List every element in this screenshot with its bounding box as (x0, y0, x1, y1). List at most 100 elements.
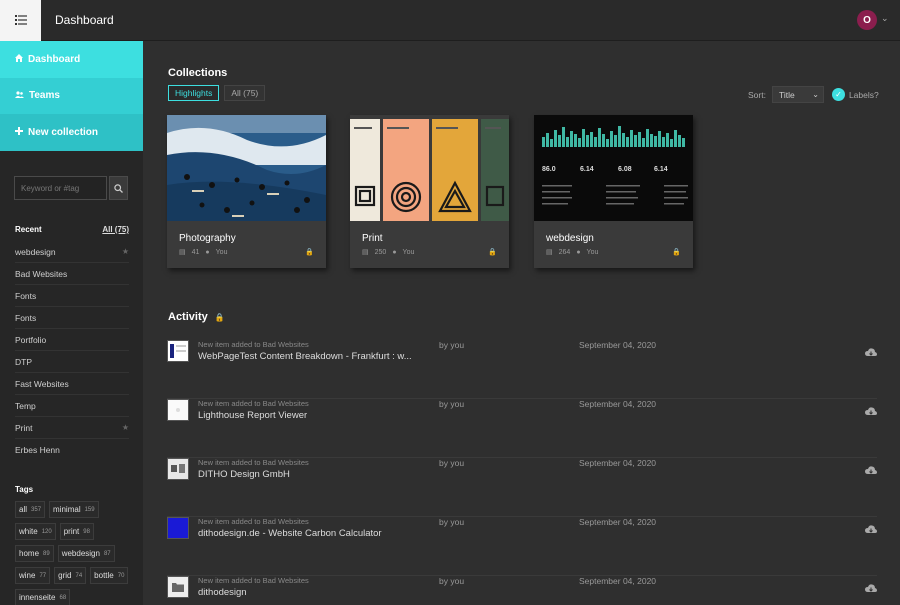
activity-title: Activity 🔒 (168, 311, 225, 323)
activity-context: New item added to Bad Websites (198, 576, 309, 585)
collection-name: Print (362, 233, 383, 244)
collection-meta: ▤ 41 ● You (179, 248, 228, 257)
activity-item-name[interactable]: dithodesign (198, 587, 247, 598)
lock-icon: 🔒 (305, 249, 314, 256)
activity-date: September 04, 2020 (579, 340, 657, 350)
owner-label: You (402, 248, 415, 256)
items-icon: ▤ (362, 249, 369, 256)
recent-item-label: DTP (15, 356, 32, 367)
search-input[interactable] (14, 176, 107, 200)
collection-card[interactable]: 86.0 6.14 6.08 6.14 webdesign ▤ 264 ● You 🔒 (534, 115, 693, 268)
search-box (14, 176, 128, 200)
sidebar-item-teams[interactable]: Teams (0, 77, 143, 114)
collection-name: webdesign (546, 233, 594, 244)
activity-row[interactable]: New item added to Bad Websites dithodesi… (167, 576, 877, 605)
sort-bar: Sort: Title ⌄ ✓ Labels? (748, 86, 879, 103)
star-icon[interactable]: ★ (122, 247, 129, 256)
recent-item-label: Fonts (15, 312, 37, 323)
activity-by: by you (439, 340, 465, 350)
activity-item-name[interactable]: DITHO Design GmbH (198, 469, 290, 480)
tag-count: 68 (59, 594, 67, 601)
item-count: 41 (191, 248, 200, 256)
collection-card[interactable]: Photography ▤ 41 ● You 🔒 (167, 115, 326, 268)
recent-item[interactable]: webdesign ★ (15, 241, 129, 263)
collection-meta: ▤ 264 ● You (546, 248, 598, 257)
tag-count: 98 (83, 528, 90, 535)
sidebar-item-label: New collection (28, 126, 99, 138)
sidebar-item-dashboard[interactable]: Dashboard (0, 41, 143, 78)
activity-date: September 04, 2020 (579, 458, 657, 468)
activity-row[interactable]: New item added to Bad Websites Lighthous… (167, 399, 877, 458)
search-button[interactable] (109, 176, 128, 200)
plus-icon (15, 127, 23, 137)
tag-chip[interactable]: bottle 70 (90, 567, 129, 584)
tag-chip[interactable]: all 357 (15, 501, 46, 518)
tag-chip[interactable]: grid 74 (54, 567, 87, 584)
sidebar: Dashboard Teams New collection Recent Al… (0, 41, 143, 605)
sidebar-item-label: Teams (29, 90, 60, 102)
svg-text:86.0: 86.0 (542, 166, 556, 173)
check-icon: ✓ (831, 88, 845, 101)
labels-toggle-label: Labels? (848, 89, 879, 100)
tag-chip[interactable]: home 89 (15, 545, 54, 562)
avatar[interactable]: O (857, 10, 877, 30)
activity-by: by you (439, 576, 465, 586)
owner-label: You (215, 248, 228, 256)
activity-by: by you (439, 517, 465, 527)
tag-count: 77 (39, 572, 47, 579)
cloud-download-icon[interactable] (865, 405, 877, 417)
sort-label: Sort: (748, 89, 766, 100)
chevron-down-icon[interactable]: ⌄ (881, 13, 889, 24)
tag-chip[interactable]: wine 77 (15, 567, 51, 584)
activity-row[interactable]: New item added to Bad Websites DITHO Des… (167, 458, 877, 517)
cloud-download-icon[interactable] (865, 464, 877, 476)
new-collection-button[interactable]: New collection (0, 114, 143, 151)
activity-row[interactable]: New item added to Bad Websites WebPageTe… (167, 340, 877, 399)
activity-item-name[interactable]: WebPageTest Content Breakdown - Frankfur… (198, 351, 412, 362)
recent-item[interactable]: Bad Websites (15, 263, 129, 285)
menu-button[interactable] (0, 0, 41, 41)
cloud-download-icon[interactable] (865, 523, 877, 535)
labels-toggle[interactable]: ✓ Labels? (831, 88, 879, 101)
item-thumbnail (167, 576, 189, 598)
filter-highlights[interactable]: Highlights (168, 85, 220, 101)
activity-item-name[interactable]: Lighthouse Report Viewer (198, 410, 307, 421)
star-icon[interactable]: ★ (122, 423, 129, 432)
collection-card[interactable]: Print ▤ 250 ● You 🔒 (350, 115, 509, 268)
recent-item[interactable]: Temp (15, 395, 129, 417)
activity-row[interactable]: New item added to Bad Websites dithodesi… (167, 517, 877, 576)
activity-context: New item added to Bad Websites (198, 458, 309, 467)
items-icon: ▤ (179, 249, 186, 256)
item-thumbnail (167, 458, 189, 480)
collection-thumbnail: 86.0 6.14 6.08 6.14 (534, 115, 693, 221)
recent-item[interactable]: Fonts (15, 307, 129, 329)
recent-item[interactable]: Fast Websites (15, 373, 129, 395)
tag-chip[interactable]: print 98 (59, 523, 94, 540)
lock-icon: 🔒 (488, 249, 497, 256)
recent-item[interactable]: Erbes Henn (15, 439, 129, 461)
activity-by: by you (439, 458, 465, 468)
recent-item[interactable]: DTP (15, 351, 129, 373)
tag-count: 74 (75, 572, 83, 579)
recent-item-label: webdesign (15, 246, 56, 257)
recent-item[interactable]: Portfolio (15, 329, 129, 351)
tag-chip[interactable]: white 120 (15, 523, 56, 540)
collection-name: Photography (179, 233, 236, 244)
recent-item[interactable]: Fonts (15, 285, 129, 307)
tag-name: print (63, 527, 80, 536)
activity-date: September 04, 2020 (579, 399, 657, 409)
lock-icon: 🔒 (672, 249, 681, 256)
list-menu-icon (14, 12, 27, 30)
recent-item[interactable]: Print ★ (15, 417, 129, 439)
svg-text:6.14: 6.14 (654, 166, 668, 173)
filter-all[interactable]: All (75) (224, 85, 266, 101)
recent-all-link[interactable]: All (75) (102, 225, 129, 234)
chevron-down-icon: ⌄ (812, 90, 819, 99)
tag-chip[interactable]: innenseite 68 (15, 589, 71, 605)
activity-item-name[interactable]: dithodesign.de - Website Carbon Calculat… (198, 528, 382, 539)
cloud-download-icon[interactable] (865, 582, 877, 594)
sort-select[interactable]: Title ⌄ (771, 86, 824, 103)
cloud-download-icon[interactable] (865, 346, 877, 358)
tag-chip[interactable]: webdesign 87 (57, 545, 115, 562)
tag-chip[interactable]: minimal 159 (49, 501, 99, 518)
